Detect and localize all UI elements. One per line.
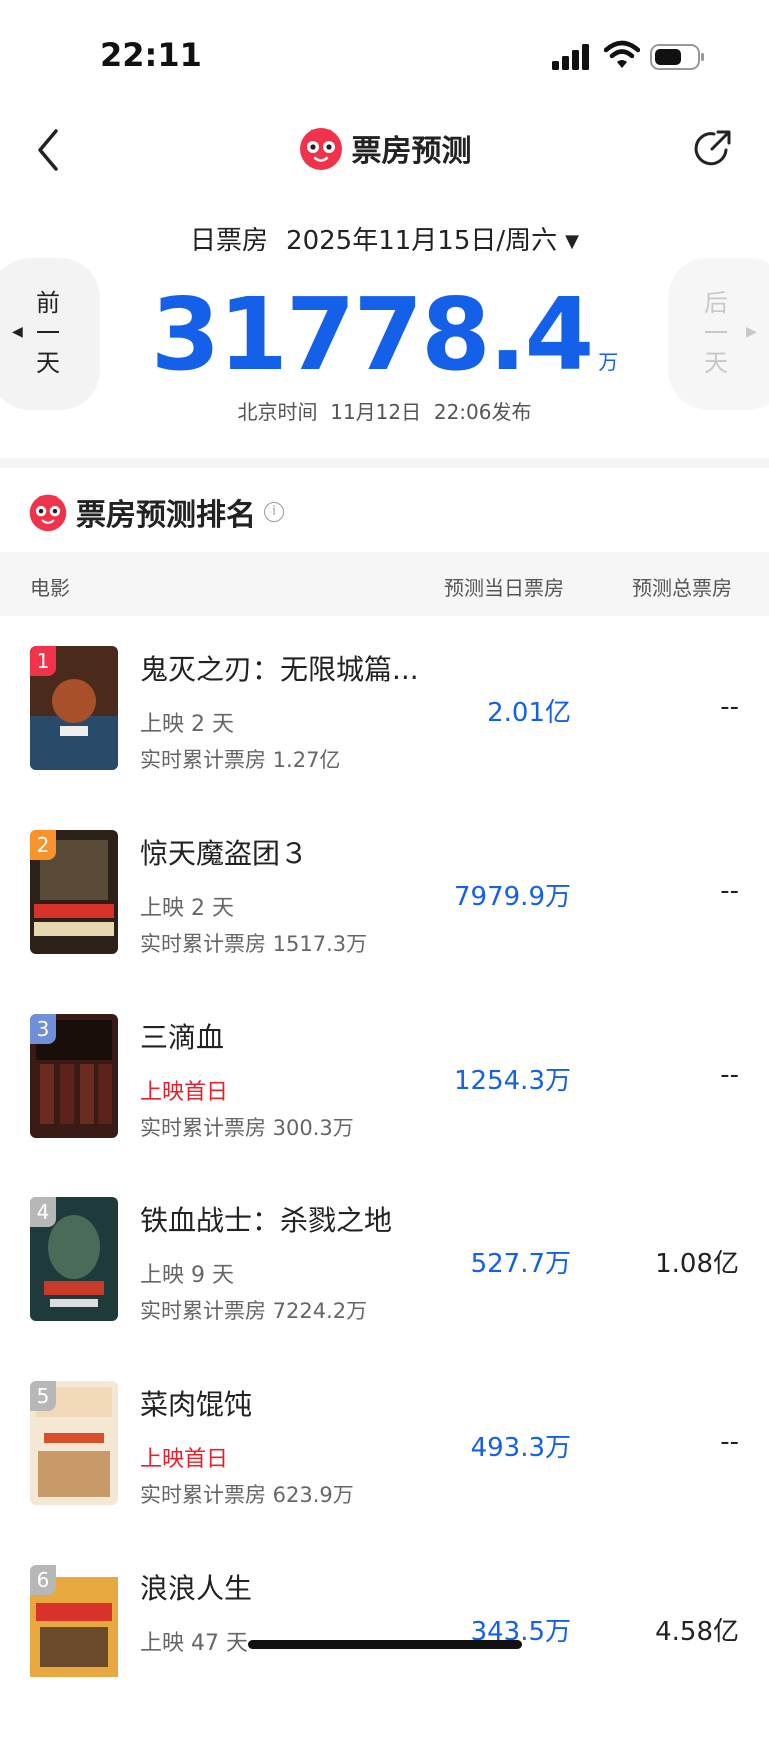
table-row[interactable]: 1 鬼灭之刃：无限城篇... 上映 2 天 实时累计票房 1.27亿 2.01亿… — [0, 646, 769, 830]
section-divider — [0, 458, 769, 468]
movie-title: 铁血战士：杀戮之地 — [140, 1204, 393, 1237]
rank-badge: 2 — [30, 830, 56, 860]
cumulative-box-office: 实时累计票房 1517.3万 — [140, 932, 368, 956]
maoyan-cat-logo-icon — [299, 128, 342, 170]
release-days: 上映首日 — [140, 1447, 229, 1472]
movie-title: 惊天魔盗团３ — [140, 837, 309, 870]
wifi-icon — [604, 40, 640, 68]
predicted-total-value: -- — [720, 692, 739, 722]
header-movie: 电影 — [30, 576, 70, 600]
header-predicted-daily: 预测当日票房 — [444, 576, 564, 600]
page-title: 票房预测 — [351, 134, 472, 169]
predicted-total-value: 1.08亿 — [655, 1249, 739, 1279]
battery-icon — [650, 44, 704, 70]
cumulative-box-office: 实时累计票房 623.9万 — [140, 1483, 354, 1507]
predicted-daily-value: 2.01亿 — [487, 698, 571, 728]
daily-box-office-total: 31778.4 万 — [0, 276, 769, 393]
table-row[interactable]: 2 惊天魔盗团３ 上映 2 天 实时累计票房 1517.3万 7979.9万 -… — [0, 830, 769, 1014]
date-value: 2025年11月15日/周六 — [286, 226, 558, 256]
release-days: 上映 9 天 — [140, 1263, 234, 1288]
cumulative-box-office: 实时累计票房 1.27亿 — [140, 748, 341, 772]
movie-title: 菜肉馄饨 — [140, 1388, 253, 1421]
info-icon[interactable]: i — [264, 502, 284, 522]
cumulative-box-office: 实时累计票房 300.3万 — [140, 1116, 354, 1140]
date-selector[interactable]: 日票房 2025年11月15日/周六 ▼ — [0, 220, 769, 257]
date-type-label: 日票房 — [190, 226, 269, 256]
share-icon[interactable] — [690, 125, 736, 171]
release-days: 上映 2 天 — [140, 712, 234, 737]
nav-bar: 票房预测 — [0, 115, 769, 195]
box-office-value: 31778.4 — [150, 276, 594, 393]
table-header: 电影 预测当日票房 预测总票房 — [0, 552, 769, 616]
ranking-section-header: 票房预测排名 i — [28, 490, 284, 534]
rank-badge: 1 — [30, 646, 56, 676]
release-days: 上映 2 天 — [140, 896, 234, 921]
movie-title: 三滴血 — [140, 1021, 225, 1054]
box-office-unit: 万 — [598, 350, 619, 374]
release-days: 上映首日 — [140, 1080, 229, 1105]
table-row[interactable]: 4 铁血战士：杀戮之地 上映 9 天 实时累计票房 7224.2万 527.7万… — [0, 1197, 769, 1381]
section-title: 票房预测排名 — [76, 498, 256, 533]
rank-badge: 6 — [30, 1565, 56, 1595]
predicted-total-value: -- — [720, 876, 739, 906]
status-bar: 22:11 — [0, 0, 769, 110]
rank-badge: 4 — [30, 1197, 56, 1227]
dropdown-arrow-icon: ▼ — [565, 231, 579, 252]
predicted-total-value: -- — [720, 1060, 739, 1090]
movie-title: 鬼灭之刃：无限城篇... — [140, 653, 419, 686]
table-row[interactable]: 5 菜肉馄饨 上映首日 实时累计票房 623.9万 493.3万 -- — [0, 1381, 769, 1565]
publish-time: 北京时间 11月12日 22:06发布 — [237, 400, 532, 424]
predicted-daily-value: 1254.3万 — [454, 1066, 571, 1096]
rank-badge: 5 — [30, 1381, 56, 1411]
predicted-total-value: 4.58亿 — [655, 1617, 739, 1647]
cumulative-box-office: 实时累计票房 7224.2万 — [140, 1299, 368, 1323]
table-row[interactable]: 3 三滴血 上映首日 实时累计票房 300.3万 1254.3万 -- — [0, 1014, 769, 1198]
home-indicator[interactable] — [248, 1640, 522, 1649]
movie-title: 浪浪人生 — [140, 1572, 253, 1605]
table-row[interactable]: 6 浪浪人生 上映 47 天 343.5万 4.58亿 — [0, 1565, 769, 1749]
rank-badge: 3 — [30, 1014, 56, 1044]
maoyan-cat-logo-icon — [29, 494, 67, 532]
predicted-daily-value: 493.3万 — [470, 1433, 571, 1463]
predicted-total-value: -- — [720, 1427, 739, 1457]
predicted-daily-value: 7979.9万 — [454, 882, 571, 912]
status-time: 22:11 — [100, 36, 202, 74]
predicted-daily-value: 527.7万 — [470, 1249, 571, 1279]
release-days: 上映 47 天 — [140, 1631, 248, 1656]
cellular-signal-icon — [552, 44, 589, 70]
header-predicted-total: 预测总票房 — [632, 576, 732, 600]
